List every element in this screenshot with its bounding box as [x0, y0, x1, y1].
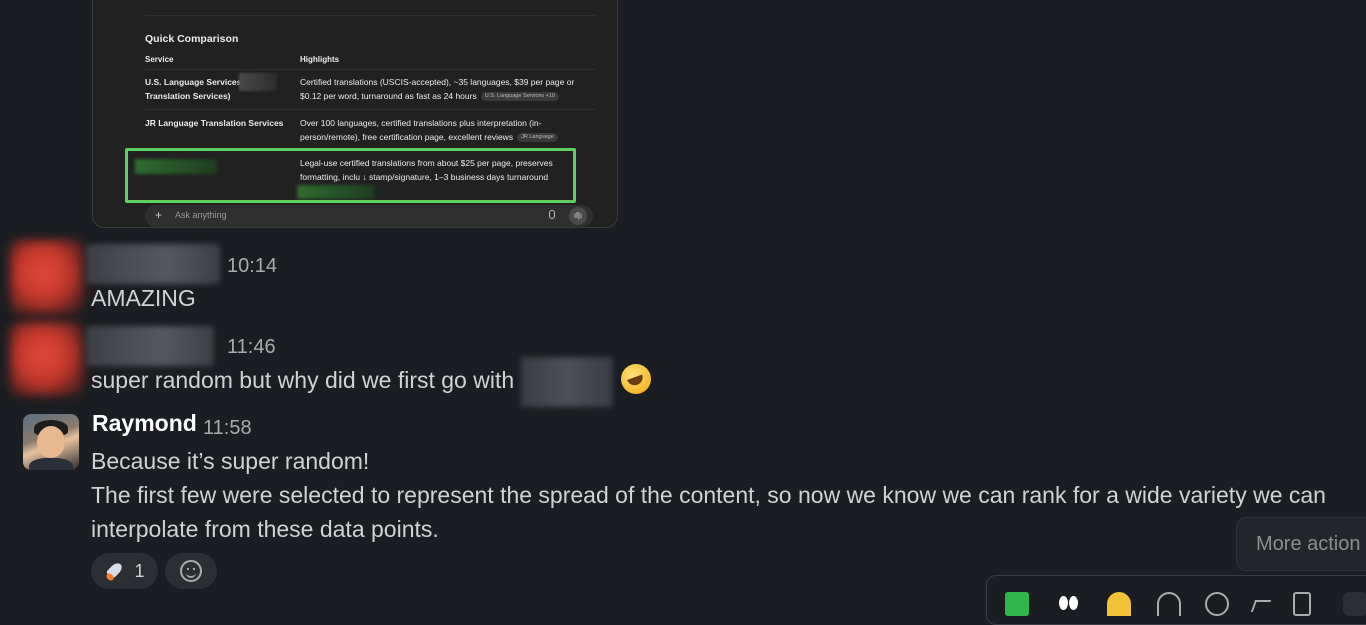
author-name[interactable]: Raymond	[92, 410, 197, 437]
green-highlight-box	[125, 148, 576, 203]
message-text: AMAZING	[91, 285, 196, 311]
row1-service: U.S. Language Services Translation Servi…	[145, 75, 241, 103]
source-pill[interactable]: U.S. Language Services +10	[480, 92, 559, 102]
column-header-highlights: Highlights	[300, 55, 340, 64]
message-timestamp[interactable]: 10:14	[227, 255, 277, 278]
raised-hands-icon[interactable]	[1107, 592, 1131, 616]
redacted-username[interactable]	[86, 326, 214, 366]
redacted-avatar[interactable]	[10, 240, 84, 314]
voice-mode-icon[interactable]: ıl|ı	[569, 207, 587, 225]
redacted-avatar[interactable]	[10, 322, 84, 396]
add-reaction-button[interactable]	[165, 553, 217, 589]
eyes-icon[interactable]	[1057, 592, 1081, 616]
message-line: interpolate from these data points.	[91, 516, 439, 542]
message-timestamp[interactable]: 11:58	[203, 417, 252, 440]
row2-highlights: Over 100 languages, certified translatio…	[300, 116, 558, 144]
ask-input-placeholder[interactable]: Ask anything	[175, 210, 227, 220]
ask-input-bar[interactable]: + Ask anything ıl|ı	[145, 205, 593, 227]
message-actions-toolbar[interactable]	[986, 575, 1366, 625]
row2-highlights-line1: Over 100 languages, certified translatio…	[300, 118, 542, 128]
plus-icon[interactable]: +	[155, 208, 162, 222]
message-text: super random but why did we first go wit…	[91, 356, 613, 407]
thread-icon[interactable]	[1205, 592, 1229, 616]
source-pill[interactable]: JR Language	[517, 133, 558, 143]
row1-highlights: Certified translations (USCIS-accepted),…	[300, 75, 574, 103]
add-reaction-icon	[180, 560, 202, 582]
redacted-inline-text	[520, 356, 613, 407]
reply-icon[interactable]	[1157, 592, 1181, 616]
row2-highlights-line2: person/remote), free certification page,…	[300, 132, 514, 142]
rocket-icon	[104, 560, 126, 582]
redacted-name	[239, 73, 277, 91]
message-line: The first few were selected to represent…	[91, 482, 1326, 508]
row2-service: JR Language Translation Services	[145, 118, 284, 128]
row1-highlights-line1: Certified translations (USCIS-accepted),…	[300, 77, 575, 87]
message-timestamp[interactable]: 11:46	[227, 336, 276, 359]
reaction-count: 1	[134, 560, 145, 581]
message-line: Because it’s super random!	[91, 448, 370, 474]
row1-service-line1: U.S. Language Services	[145, 77, 242, 87]
microphone-icon[interactable]	[549, 210, 555, 219]
row1-highlights-line2: $0.12 per word, turnaround as fast as 24…	[300, 91, 477, 101]
avatar-face	[37, 426, 65, 458]
section-title: Quick Comparison	[145, 33, 239, 45]
column-header-service: Service	[145, 55, 174, 64]
message-text-content: super random but why did we first go wit…	[91, 367, 515, 393]
row1-service-line2: Translation Services)	[145, 91, 231, 101]
divider	[145, 15, 595, 16]
redacted-username[interactable]	[86, 244, 220, 284]
more-actions-tooltip: More action	[1236, 517, 1366, 571]
divider	[145, 69, 595, 70]
avatar-shirt	[29, 458, 73, 470]
rofl-emoji-icon	[621, 364, 651, 394]
share-icon[interactable]	[1249, 592, 1273, 616]
check-icon[interactable]	[1005, 592, 1029, 616]
more-icon[interactable]	[1343, 592, 1366, 616]
avatar[interactable]	[23, 414, 79, 470]
bookmark-icon[interactable]	[1293, 592, 1311, 616]
divider	[145, 109, 595, 110]
embedded-screenshot[interactable]: Quick Comparison Service Highlights U.S.…	[92, 0, 618, 228]
rocket-reaction[interactable]: 1	[91, 553, 158, 589]
